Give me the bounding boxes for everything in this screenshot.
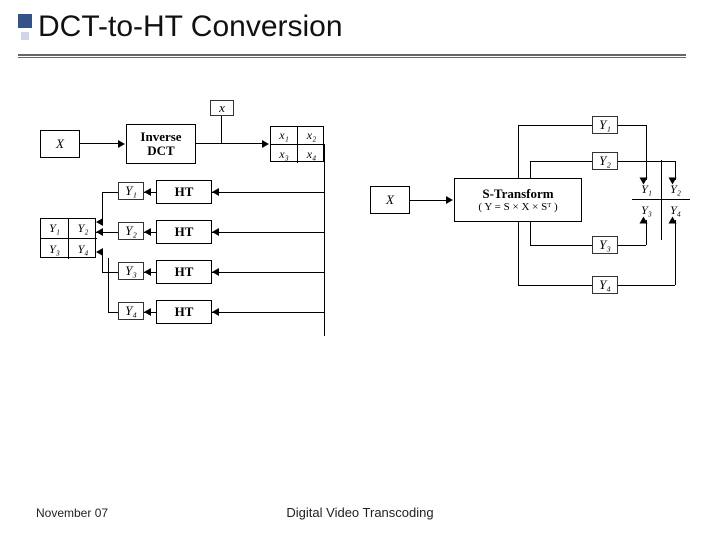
block-ht-2: HT [156,220,212,244]
arrowhead-left [212,188,219,196]
slide-title: DCT-to-HT Conversion [38,10,343,44]
block-inverse-dct: Inverse DCT [126,124,196,164]
block-ht-1: HT [156,180,212,204]
quad-x: x₁ x₂ x₃ x₄ [270,126,324,162]
wire [102,192,118,193]
arrowhead-right [669,217,677,224]
block-y3-mini-r: Y₃ [592,236,618,254]
cell: Y₁ [41,219,69,239]
cell: Y₄ [69,239,97,259]
right-diagram: X S-Transform ( Y = S × X × Sᵀ ) Y₁ Y₂ Y… [370,100,690,340]
block-y1-mini: Y₁ [118,182,144,200]
wire [530,161,531,178]
wire [102,272,118,273]
wire [212,232,324,233]
arrowhead-left [96,228,103,236]
bullet-square-large [18,14,32,28]
wire [108,258,109,312]
wire [108,312,118,313]
wire [212,272,324,273]
quad-Y-left: Y₁ Y₂ Y₃ Y₄ [40,218,96,258]
arrowhead-right [446,196,453,204]
cell: x₂ [298,127,325,145]
quad-vline [661,160,662,240]
wire [646,125,647,180]
wire [675,220,676,285]
arrowhead-left [212,268,219,276]
cell: Y₂ [69,219,97,239]
arrowhead-left [212,228,219,236]
arrowhead-left [144,268,151,276]
arrowhead-left [144,228,151,236]
arrowhead-left [212,308,219,316]
wire [646,220,647,245]
wire [221,116,222,143]
s-transform-title: S-Transform [482,187,553,201]
wire [212,312,324,313]
wire [618,245,646,246]
block-X-right: X [370,186,410,214]
title-underline [18,54,686,58]
wire [196,143,264,144]
block-y4-mini: Y₄ [118,302,144,320]
arrowhead-right [118,140,125,148]
wire [518,125,519,178]
cell: x₄ [298,145,325,163]
block-y1-mini-r: Y₁ [592,116,618,134]
arrowhead-right [669,178,677,185]
arrowhead-right [640,217,648,224]
wire [618,285,675,286]
block-ht-4: HT [156,300,212,324]
block-ht-3: HT [156,260,212,284]
cell: x₁ [271,127,298,145]
wire [518,285,592,286]
block-y4-mini-r: Y₄ [592,276,618,294]
arrowhead-left [144,188,151,196]
footer-title: Digital Video Transcoding [0,505,720,520]
wire [530,222,531,245]
title-bullet-rail [18,14,32,48]
block-x-scalar: x [210,100,234,116]
wire [530,245,592,246]
wire [212,192,324,193]
block-y2-mini: Y₂ [118,222,144,240]
arrowhead-left [96,218,103,226]
wire [518,222,519,285]
wire [80,143,120,144]
wire [530,161,592,162]
arrowhead-right [262,140,269,148]
bullet-square-small [21,32,29,40]
s-transform-formula: ( Y = S × X × Sᵀ ) [478,201,557,213]
wire [324,144,325,336]
arrowhead-left [144,308,151,316]
block-s-transform: S-Transform ( Y = S × X × Sᵀ ) [454,178,582,222]
block-y2-mini-r: Y₂ [592,152,618,170]
arrowhead-left [96,248,103,256]
wire [618,161,675,162]
wire [518,125,592,126]
cell: Y₃ [41,239,69,259]
left-diagram: X Inverse DCT x x₁ x₂ x₃ x₄ HT HT HT HT … [40,100,330,350]
wire [410,200,448,201]
arrowhead-right [640,178,648,185]
cell: x₃ [271,145,298,163]
wire [618,125,646,126]
block-X-left: X [40,130,80,158]
block-y3-mini: Y₃ [118,262,144,280]
quad-Y-right: Y₁ Y₂ Y₃ Y₄ [632,180,690,220]
